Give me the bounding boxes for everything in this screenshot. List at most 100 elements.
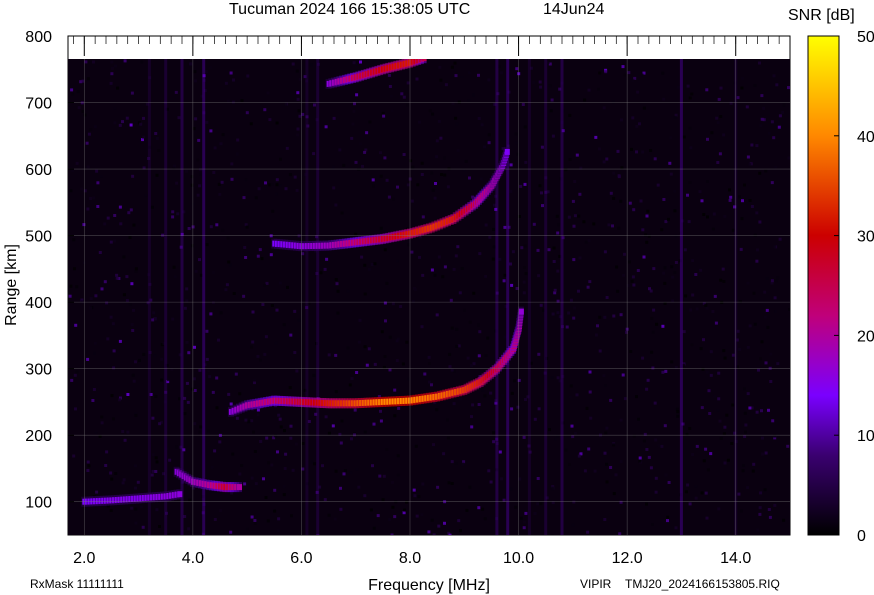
noise-pixel xyxy=(452,267,456,271)
noise-pixel xyxy=(74,407,77,411)
noise-pixel xyxy=(750,205,754,208)
noise-pixel xyxy=(686,84,690,88)
noise-pixel xyxy=(387,195,391,199)
noise-pixel xyxy=(368,120,372,124)
noise-pixel xyxy=(427,380,431,384)
noise-pixel xyxy=(712,212,716,216)
noise-pixel xyxy=(437,524,441,528)
noise-pixel xyxy=(617,174,621,178)
x-tick-label: 10.0 xyxy=(503,550,534,567)
interference-streak xyxy=(495,59,499,535)
noise-pixel xyxy=(240,99,244,103)
noise-pixel xyxy=(642,106,646,110)
noise-pixel xyxy=(711,227,715,231)
noise-pixel xyxy=(570,424,574,428)
noise-pixel xyxy=(352,109,356,113)
noise-pixel xyxy=(278,281,282,285)
noise-pixel xyxy=(270,463,274,467)
noise-pixel xyxy=(702,338,705,342)
noise-pixel xyxy=(689,308,693,312)
noise-pixel xyxy=(168,458,172,462)
noise-pixel xyxy=(578,192,582,196)
noise-pixel xyxy=(688,126,692,130)
noise-pixel xyxy=(770,120,774,124)
noise-pixel xyxy=(235,152,239,156)
noise-pixel xyxy=(602,160,606,164)
noise-pixel xyxy=(213,449,217,453)
noise-pixel xyxy=(516,405,520,409)
noise-pixel xyxy=(373,262,377,266)
noise-pixel xyxy=(415,77,419,81)
noise-pixel xyxy=(446,436,450,440)
noise-pixel xyxy=(752,291,756,295)
noise-pixel xyxy=(522,291,526,295)
noise-pixel xyxy=(363,292,367,296)
noise-pixel xyxy=(175,181,179,185)
noise-pixel xyxy=(455,327,459,331)
noise-pixel xyxy=(663,302,667,305)
noise-pixel xyxy=(371,464,374,468)
noise-pixel xyxy=(383,355,387,358)
noise-pixel xyxy=(109,471,113,475)
noise-pixel xyxy=(676,410,680,414)
noise-pixel xyxy=(199,425,203,429)
noise-pixel xyxy=(432,443,435,447)
noise-pixel xyxy=(488,235,492,239)
noise-pixel xyxy=(253,450,257,453)
noise-pixel xyxy=(470,425,474,429)
noise-pixel xyxy=(705,88,709,92)
noise-pixel xyxy=(441,275,445,279)
noise-pixel xyxy=(254,482,258,486)
noise-pixel xyxy=(447,167,451,171)
noise-pixel xyxy=(336,311,340,315)
noise-pixel xyxy=(154,394,158,398)
noise-pixel xyxy=(391,480,394,484)
noise-pixel xyxy=(755,144,759,148)
noise-pixel xyxy=(115,276,119,280)
noise-pixel xyxy=(327,353,331,357)
noise-pixel xyxy=(704,303,708,307)
noise-pixel xyxy=(363,494,367,498)
noise-pixel xyxy=(332,186,336,190)
noise-pixel xyxy=(513,379,516,383)
noise-pixel xyxy=(409,159,413,163)
noise-pixel xyxy=(765,277,769,281)
noise-pixel xyxy=(638,459,642,463)
noise-pixel xyxy=(109,315,113,319)
noise-pixel xyxy=(753,322,757,326)
noise-pixel xyxy=(301,467,305,471)
noise-pixel xyxy=(217,338,220,342)
noise-pixel xyxy=(109,508,113,512)
noise-pixel xyxy=(619,418,623,422)
noise-pixel xyxy=(532,222,536,226)
noise-pixel xyxy=(556,269,560,273)
noise-pixel xyxy=(142,135,146,139)
noise-pixel xyxy=(183,515,187,518)
noise-pixel xyxy=(760,117,764,121)
noise-pixel xyxy=(388,518,392,521)
noise-pixel xyxy=(742,463,746,467)
interference-streak xyxy=(527,59,531,535)
noise-pixel xyxy=(510,391,514,395)
noise-pixel xyxy=(209,312,213,316)
noise-pixel xyxy=(190,387,194,391)
noise-pixel xyxy=(744,430,747,434)
noise-pixel xyxy=(76,90,80,94)
noise-pixel xyxy=(772,245,776,249)
noise-pixel xyxy=(384,319,387,323)
noise-pixel xyxy=(568,113,572,117)
noise-pixel xyxy=(758,512,762,516)
noise-pixel xyxy=(524,272,528,276)
noise-pixel xyxy=(123,438,127,442)
noise-pixel xyxy=(134,270,138,273)
noise-pixel xyxy=(632,208,636,212)
noise-pixel xyxy=(410,199,414,203)
noise-pixel xyxy=(673,209,677,213)
noise-pixel xyxy=(664,369,668,373)
noise-pixel xyxy=(755,211,759,215)
noise-pixel xyxy=(185,169,188,173)
noise-pixel xyxy=(755,259,759,263)
noise-pixel xyxy=(363,345,367,349)
noise-pixel xyxy=(417,120,421,124)
noise-pixel xyxy=(421,273,425,277)
